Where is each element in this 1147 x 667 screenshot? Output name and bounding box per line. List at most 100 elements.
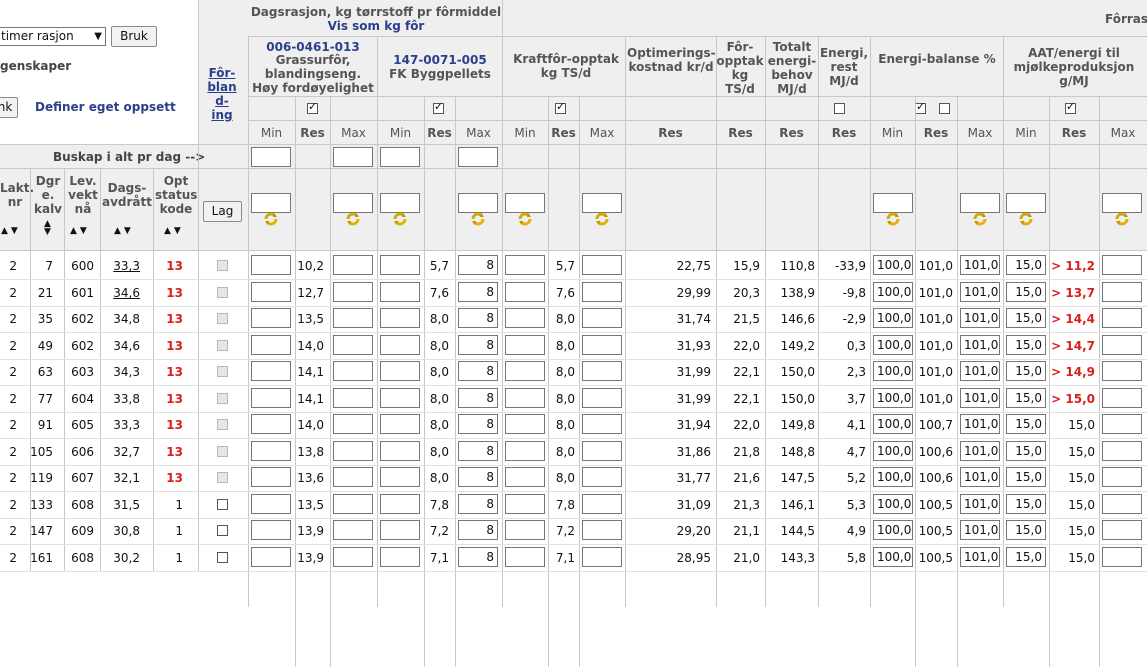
feed-2-max-input[interactable]: 8 (458, 467, 498, 487)
kraftfor-max-input[interactable] (582, 388, 622, 408)
feed-1-max-input[interactable] (333, 414, 373, 434)
feed-2-min-input[interactable] (380, 414, 420, 434)
kraftfor-min-input[interactable] (505, 335, 545, 355)
settings-input[interactable] (380, 193, 420, 213)
energi-balanse-max-input[interactable]: 101,0 (960, 335, 1000, 355)
recycle-icon[interactable] (886, 212, 900, 226)
forblanding-checkbox[interactable] (217, 525, 228, 536)
feed-2-min-input[interactable] (380, 282, 420, 302)
settings-input[interactable] (960, 193, 1000, 213)
feed-1-max-input[interactable] (333, 520, 373, 540)
feed-2-min-input[interactable] (380, 467, 420, 487)
settings-input[interactable] (251, 193, 291, 213)
feed-1-min-input[interactable] (251, 441, 291, 461)
define-layout-link[interactable]: Definer eget oppsett (35, 100, 176, 114)
ration-select[interactable]: timer rasjon ▼ (0, 27, 106, 46)
feed-1-min-input[interactable] (251, 361, 291, 381)
energi-balanse-min-input[interactable]: 100,0 (873, 520, 913, 540)
herd-total-input[interactable] (380, 147, 420, 167)
kraftfor-min-input[interactable] (505, 547, 545, 567)
feed-1-min-input[interactable] (251, 335, 291, 355)
energi-balanse-min-input[interactable]: 100,0 (873, 494, 913, 514)
settings-input[interactable] (505, 193, 545, 213)
energi-balanse-max-input[interactable]: 101,0 (960, 441, 1000, 461)
energi-balanse-max-input[interactable]: 101,0 (960, 282, 1000, 302)
feed-1-max-input[interactable] (333, 494, 373, 514)
energi-balanse-checkbox-2[interactable] (939, 103, 950, 114)
aat-max-input[interactable] (1102, 441, 1142, 461)
partial-button[interactable]: nk (0, 97, 18, 118)
sort-arrows-icon[interactable]: ▲▼ (1, 226, 21, 236)
energi-rest-checkbox[interactable] (834, 103, 845, 114)
show-as-feed-link[interactable]: Vis som kg fôr (250, 19, 502, 33)
settings-input[interactable] (333, 193, 373, 213)
kraftfor-max-input[interactable] (582, 255, 622, 275)
feed-1-max-input[interactable] (333, 467, 373, 487)
kraftfor-max-input[interactable] (582, 547, 622, 567)
sort-arrows-icon[interactable]: ▲▼ (164, 226, 184, 236)
feed-1-min-input[interactable] (251, 467, 291, 487)
aat-min-input[interactable]: 15,0 (1006, 255, 1046, 275)
dags-cell[interactable]: 33,3 (100, 259, 140, 273)
kraftfor-min-input[interactable] (505, 255, 545, 275)
feed-1-max-input[interactable] (333, 335, 373, 355)
energi-balanse-min-input[interactable]: 100,0 (873, 388, 913, 408)
feed-1-min-input[interactable] (251, 494, 291, 514)
aat-min-input[interactable]: 15,0 (1006, 335, 1046, 355)
feed-2-max-input[interactable]: 8 (458, 494, 498, 514)
feed-2-min-input[interactable] (380, 361, 420, 381)
apply-button[interactable]: Bruk (111, 26, 157, 47)
energi-balanse-max-input[interactable]: 101,0 (960, 467, 1000, 487)
feed-1-max-input[interactable] (333, 441, 373, 461)
settings-input[interactable] (873, 193, 913, 213)
forblanding-checkbox[interactable] (217, 552, 228, 563)
aat-max-input[interactable] (1102, 361, 1142, 381)
feed-1-max-input[interactable] (333, 282, 373, 302)
sort-arrows-icon[interactable]: ▲▼ (44, 220, 51, 237)
feed-1-checkbox[interactable] (307, 100, 318, 114)
settings-input[interactable] (1006, 193, 1046, 213)
feed-2-max-input[interactable]: 8 (458, 255, 498, 275)
feed-1-min-input[interactable] (251, 520, 291, 540)
recycle-icon[interactable] (1019, 212, 1033, 226)
feed-1-min-input[interactable] (251, 308, 291, 328)
aat-max-input[interactable] (1102, 414, 1142, 434)
settings-input[interactable] (582, 193, 622, 213)
recycle-icon[interactable] (973, 212, 987, 226)
feed-2-max-input[interactable]: 8 (458, 520, 498, 540)
kraftfor-min-input[interactable] (505, 361, 545, 381)
kraftfor-min-input[interactable] (505, 520, 545, 540)
feed-1-min-input[interactable] (251, 388, 291, 408)
energi-balanse-max-input[interactable]: 101,0 (960, 255, 1000, 275)
aat-min-input[interactable]: 15,0 (1006, 467, 1046, 487)
aat-max-input[interactable] (1102, 308, 1142, 328)
aat-min-input[interactable]: 15,0 (1006, 414, 1046, 434)
energi-balanse-max-input[interactable]: 101,0 (960, 494, 1000, 514)
kraftfor-max-input[interactable] (582, 414, 622, 434)
aat-max-input[interactable] (1102, 520, 1142, 540)
aat-max-input[interactable] (1102, 335, 1142, 355)
kraftfor-max-input[interactable] (582, 494, 622, 514)
recycle-icon[interactable] (1115, 212, 1129, 226)
aat-max-input[interactable] (1102, 282, 1142, 302)
aat-max-input[interactable] (1102, 494, 1142, 514)
feed-1-max-input[interactable] (333, 308, 373, 328)
feed-1-min-input[interactable] (251, 282, 291, 302)
feed-1-min-input[interactable] (251, 414, 291, 434)
feed-2-min-input[interactable] (380, 520, 420, 540)
forblanding-header[interactable]: Fôr-bland-ing (205, 66, 239, 122)
sort-arrows-icon[interactable]: ▲▼ (114, 226, 134, 236)
feed-2-max-input[interactable]: 8 (458, 361, 498, 381)
energi-balanse-max-input[interactable]: 101,0 (960, 547, 1000, 567)
feed-2-max-input[interactable]: 8 (458, 441, 498, 461)
forblanding-checkbox[interactable] (217, 499, 228, 510)
kraftfor-min-input[interactable] (505, 308, 545, 328)
kraftfor-min-input[interactable] (505, 282, 545, 302)
energi-balanse-min-input[interactable]: 100,0 (873, 335, 913, 355)
settings-input[interactable] (458, 193, 498, 213)
aat-max-input[interactable] (1102, 547, 1142, 567)
energi-balanse-max-input[interactable]: 101,0 (960, 361, 1000, 381)
aat-min-input[interactable]: 15,0 (1006, 388, 1046, 408)
energi-balanse-max-input[interactable]: 101,0 (960, 520, 1000, 540)
recycle-icon[interactable] (595, 212, 609, 226)
